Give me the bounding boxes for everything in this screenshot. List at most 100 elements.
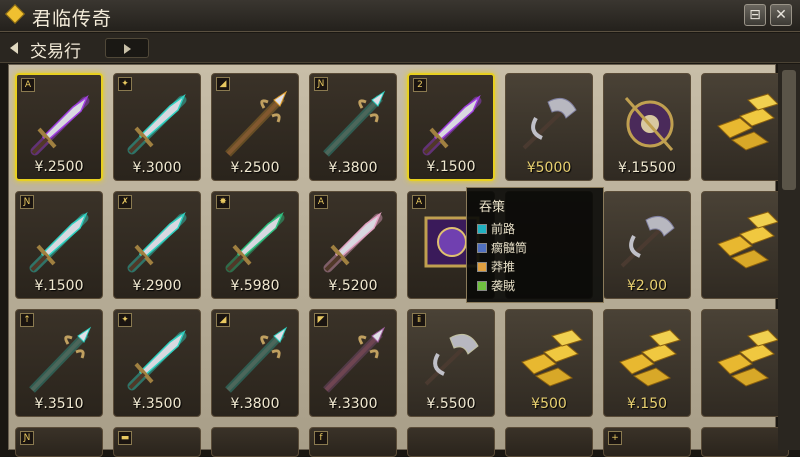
item-price: ¥.2900 bbox=[132, 278, 182, 294]
tooltip-entry[interactable]: 莽推 bbox=[477, 258, 515, 275]
item-slot-partial[interactable]: f bbox=[309, 427, 397, 457]
category-swatch-icon bbox=[477, 262, 487, 272]
sword-icon bbox=[318, 206, 390, 278]
spear-icon bbox=[220, 324, 292, 396]
item-price: ¥.3800 bbox=[230, 396, 280, 412]
gold-icon bbox=[710, 88, 782, 160]
item-badge-icon: Ɲ bbox=[20, 431, 34, 445]
item-slot[interactable]: ✸ ¥.5980 bbox=[211, 191, 299, 299]
item-slot-partial[interactable] bbox=[701, 427, 789, 457]
item-price: ¥.1500 bbox=[34, 278, 84, 294]
item-slot[interactable]: ¥500 bbox=[505, 309, 593, 417]
item-price: ¥.2500 bbox=[34, 159, 84, 175]
item-price: ¥.3800 bbox=[328, 160, 378, 176]
item-price: ¥.5500 bbox=[426, 396, 476, 412]
sword-icon bbox=[24, 206, 96, 278]
item-slot[interactable]: ↑ ¥.3510 bbox=[15, 309, 103, 417]
tooltip-entry[interactable]: 前路 bbox=[477, 220, 515, 237]
window-title: 君临传奇 bbox=[32, 8, 113, 30]
item-slot[interactable] bbox=[701, 73, 789, 181]
item-slot[interactable]: ✗ ¥.2900 bbox=[113, 191, 201, 299]
spear-icon bbox=[318, 324, 390, 396]
gold-icon bbox=[612, 324, 684, 396]
item-slot[interactable]: ¥.150 bbox=[603, 309, 691, 417]
item-slot[interactable]: Ɲ ¥.3800 bbox=[309, 73, 397, 181]
item-slot[interactable]: ◢ ¥.3800 bbox=[211, 309, 299, 417]
item-slot[interactable]: ✦ ¥.3500 bbox=[113, 309, 201, 417]
item-slot[interactable]: ¥.15500 bbox=[603, 73, 691, 181]
axe-icon bbox=[514, 88, 586, 160]
window-titlebar: 君临传奇 ⊟ ✕ bbox=[0, 0, 800, 32]
item-price: ¥.15500 bbox=[618, 160, 676, 176]
close-button[interactable]: ✕ bbox=[770, 4, 792, 26]
gold-icon bbox=[514, 324, 586, 396]
tooltip-entry[interactable]: 瘸髓筒 bbox=[477, 239, 527, 256]
tooltip-entry-label: 莽推 bbox=[491, 260, 516, 274]
axe-icon bbox=[612, 206, 684, 278]
spear-icon bbox=[318, 88, 390, 160]
sword-icon bbox=[220, 206, 292, 278]
item-grid-panel: A ¥.2500 ✦ ¥.3000 ◢ ¥.2500 Ɲ ¥.3800 2 ¥.… bbox=[8, 64, 789, 457]
item-price: ¥.3500 bbox=[132, 396, 182, 412]
app-diamond-icon bbox=[5, 4, 25, 24]
item-slot-partial[interactable]: Ɲ bbox=[15, 427, 103, 457]
item-price: ¥.2500 bbox=[230, 160, 280, 176]
tab-bar: 交易行 bbox=[0, 33, 800, 63]
item-price: ¥.5980 bbox=[230, 278, 280, 294]
filter-tooltip: 吞策 前路瘸髓筒莽推袭賊 bbox=[466, 187, 604, 303]
tooltip-entry-label: 瘸髓筒 bbox=[491, 241, 528, 255]
item-badge-icon: f bbox=[314, 431, 328, 445]
item-slot[interactable]: Ɲ ¥.1500 bbox=[15, 191, 103, 299]
minimize-button[interactable]: ⊟ bbox=[744, 4, 766, 26]
gold-icon bbox=[710, 324, 782, 396]
hammer-icon bbox=[612, 88, 684, 160]
item-price: ¥2.00 bbox=[626, 278, 668, 294]
item-badge-icon: + bbox=[608, 431, 622, 445]
item-slot-partial[interactable] bbox=[407, 427, 495, 457]
tooltip-entry-label: 前路 bbox=[491, 222, 516, 236]
item-slot[interactable]: ◢ ¥.2500 bbox=[211, 73, 299, 181]
item-slot[interactable]: ◤ ¥.3300 bbox=[309, 309, 397, 417]
item-price: ¥.150 bbox=[626, 396, 668, 412]
item-price: ¥.5200 bbox=[328, 278, 378, 294]
item-slot-partial[interactable]: + bbox=[603, 427, 691, 457]
tab-next-button[interactable] bbox=[105, 38, 149, 58]
item-badge-icon: ▬ bbox=[118, 431, 132, 445]
tab-prev-arrow-icon[interactable] bbox=[10, 42, 18, 54]
item-slot[interactable]: ✦ ¥.3000 bbox=[113, 73, 201, 181]
spear-icon bbox=[24, 324, 96, 396]
item-price: ¥.3510 bbox=[34, 396, 84, 412]
sword-icon bbox=[122, 206, 194, 278]
item-price: ¥.3300 bbox=[328, 396, 378, 412]
tooltip-title: 吞策 bbox=[479, 200, 506, 215]
item-slot[interactable]: A ¥.2500 bbox=[15, 73, 103, 181]
item-price: ¥500 bbox=[531, 396, 567, 412]
gold-icon bbox=[710, 206, 782, 278]
item-slot[interactable]: ¥2.00 bbox=[603, 191, 691, 299]
item-slot[interactable]: A ¥.5200 bbox=[309, 191, 397, 299]
category-swatch-icon bbox=[477, 243, 487, 253]
sword-icon bbox=[25, 89, 97, 161]
item-slot[interactable] bbox=[701, 191, 789, 299]
category-swatch-icon bbox=[477, 281, 487, 291]
item-price: ¥5000 bbox=[526, 160, 572, 176]
axe-icon bbox=[416, 324, 488, 396]
sword-icon bbox=[122, 324, 194, 396]
item-price: ¥.3000 bbox=[132, 160, 182, 176]
tooltip-entry-label: 袭賊 bbox=[491, 279, 516, 293]
sword-icon bbox=[122, 88, 194, 160]
item-slot-partial[interactable] bbox=[505, 427, 593, 457]
tab-trading-house[interactable]: 交易行 bbox=[30, 37, 81, 62]
item-price: ¥.1500 bbox=[426, 159, 476, 175]
item-slot[interactable]: ⅱ ¥.5500 bbox=[407, 309, 495, 417]
item-slot-partial[interactable] bbox=[211, 427, 299, 457]
tooltip-entry[interactable]: 袭賊 bbox=[477, 277, 515, 294]
category-swatch-icon bbox=[477, 224, 487, 234]
scrollbar[interactable] bbox=[778, 64, 800, 450]
item-slot-partial[interactable]: ▬ bbox=[113, 427, 201, 457]
item-slot[interactable] bbox=[701, 309, 789, 417]
scroll-thumb[interactable] bbox=[782, 70, 796, 190]
spear-icon bbox=[220, 88, 292, 160]
item-slot[interactable]: 2 ¥.1500 bbox=[407, 73, 495, 181]
item-slot[interactable]: ¥5000 bbox=[505, 73, 593, 181]
